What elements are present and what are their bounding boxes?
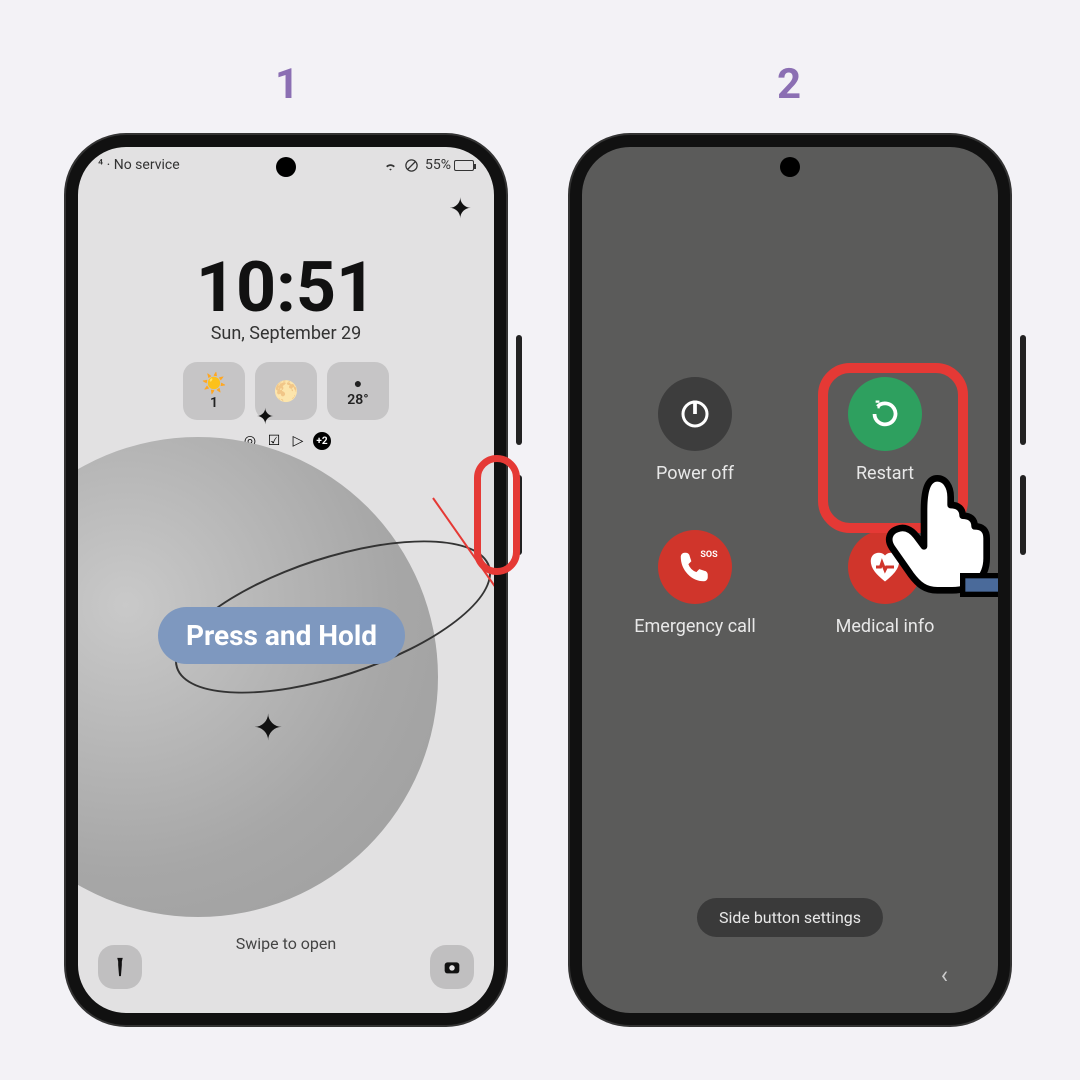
step-number-2: 2 (777, 60, 801, 109)
widget-moon[interactable]: 🌕 (255, 362, 317, 420)
phone-power-menu: Power off Restart SOS Emergency call (570, 135, 1010, 1025)
power-icon (658, 377, 732, 451)
camera-notch (276, 157, 296, 177)
no-signal-icon (404, 158, 419, 173)
clock-time: 10:51 (78, 247, 494, 329)
power-off-label: Power off (656, 463, 734, 484)
sos-badge: SOS (700, 550, 717, 560)
widget-weather[interactable]: ● 28° (327, 362, 389, 420)
press-hold-label: Press and Hold (158, 607, 405, 664)
sparkle-icon: ✦ (253, 707, 283, 749)
back-icon[interactable]: ‹ (941, 961, 948, 989)
flashlight-button[interactable] (98, 945, 142, 989)
side-button-settings[interactable]: Side button settings (697, 898, 883, 937)
volume-button[interactable] (1020, 335, 1026, 445)
phone-icon: SOS (658, 530, 732, 604)
play-icon: ▷ (289, 432, 307, 450)
emergency-call-label: Emergency call (634, 616, 755, 637)
battery-indicator: 55% (425, 157, 474, 173)
status-service: ⁴ · No service (98, 157, 180, 173)
volume-button[interactable] (516, 335, 522, 445)
lockscreen-clock: 10:51 ✦ Sun, September 29 (78, 247, 494, 344)
medical-info-label: Medical info (836, 616, 935, 637)
emergency-call-button[interactable]: SOS Emergency call (610, 530, 780, 637)
power-button-highlight (474, 455, 520, 575)
clock-date: Sun, September 29 (78, 323, 494, 344)
power-off-button[interactable]: Power off (610, 377, 780, 484)
pointer-hand-icon (864, 437, 1010, 597)
phone-lockscreen: ⁴ · No service 55% ✦ 10:51 ✦ Sun, Septem… (66, 135, 506, 1025)
wifi-icon (383, 158, 398, 173)
lockscreen-widgets: ☀️ 1 🌕 ● 28° (78, 362, 494, 420)
badge-count: +2 (313, 432, 331, 450)
step-number-1: 1 (275, 60, 299, 109)
camera-notch (780, 157, 800, 177)
sparkle-icon: ✦ (449, 192, 472, 225)
camera-button[interactable] (430, 945, 474, 989)
power-button[interactable] (1020, 475, 1026, 555)
swipe-hint: Swipe to open (78, 934, 494, 953)
widget-alerts[interactable]: ☀️ 1 (183, 362, 245, 420)
